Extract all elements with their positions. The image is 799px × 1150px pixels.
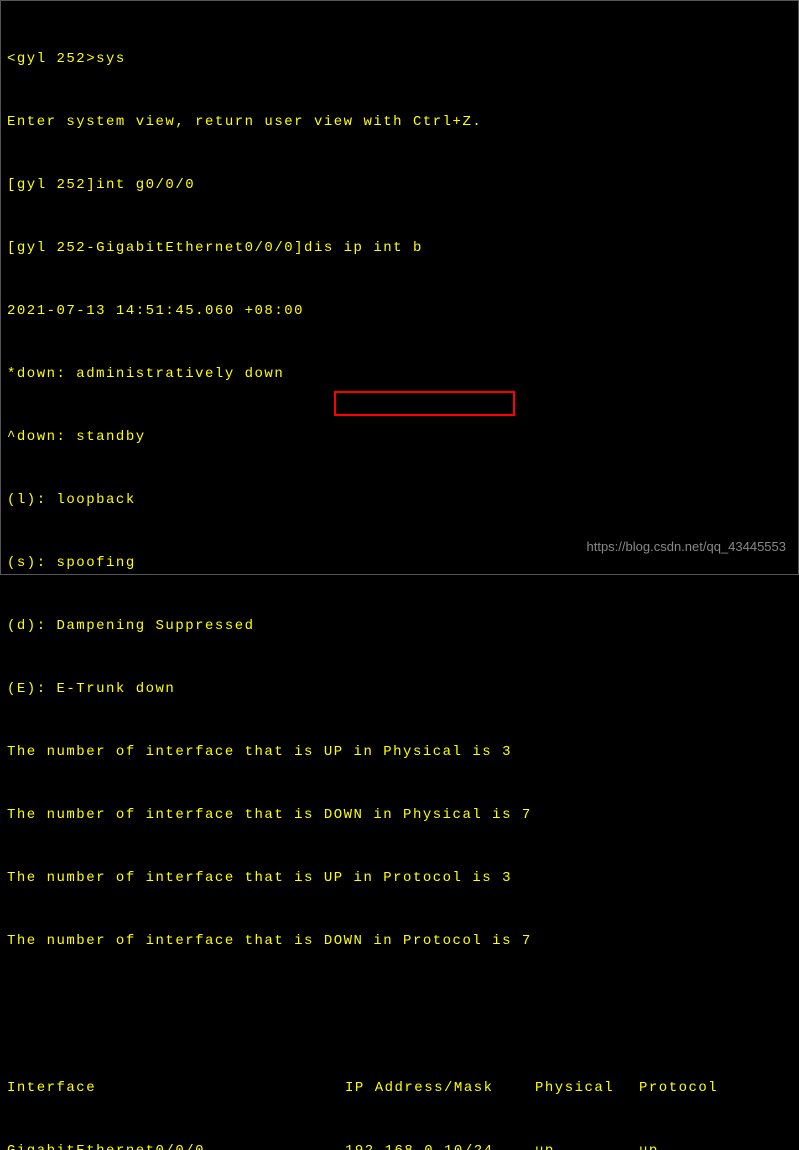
header-ip: IP Address/Mask [345, 1078, 535, 1099]
output-line: The number of interface that is UP in Pr… [7, 868, 792, 889]
watermark-text: https://blog.csdn.net/qq_43445553 [587, 537, 787, 557]
cmd-line: <gyl 252>sys [7, 49, 792, 70]
cmd-line: [gyl 252-GigabitEthernet0/0/0]dis ip int… [7, 238, 792, 259]
cell-protocol: up [639, 1141, 739, 1150]
cmd-line: [gyl 252]int g0/0/0 [7, 175, 792, 196]
cell-physical: up [535, 1141, 639, 1150]
header-physical: Physical [535, 1078, 639, 1099]
output-line: Enter system view, return user view with… [7, 112, 792, 133]
output-line: (s): spoofing [7, 553, 792, 574]
header-protocol: Protocol [639, 1078, 739, 1099]
output-line: (E): E-Trunk down [7, 679, 792, 700]
output-line: *down: administratively down [7, 364, 792, 385]
cell-interface: GigabitEthernet0/0/0 [7, 1141, 345, 1150]
output-line: The number of interface that is DOWN in … [7, 805, 792, 826]
table-header: Interface IP Address/Mask Physical Proto… [7, 1078, 792, 1099]
output-line: The number of interface that is UP in Ph… [7, 742, 792, 763]
cell-ip: 192.168.0.10/24 [345, 1141, 535, 1150]
interface-table: Interface IP Address/Mask Physical Proto… [7, 1036, 792, 1150]
output-line: (l): loopback [7, 490, 792, 511]
output-line: ^down: standby [7, 427, 792, 448]
terminal-output: <gyl 252>sys Enter system view, return u… [7, 7, 792, 1150]
output-line: (d): Dampening Suppressed [7, 616, 792, 637]
header-interface: Interface [7, 1078, 345, 1099]
output-line: The number of interface that is DOWN in … [7, 931, 792, 952]
table-row: GigabitEthernet0/0/0 192.168.0.10/24 up … [7, 1141, 792, 1150]
output-line: 2021-07-13 14:51:45.060 +08:00 [7, 301, 792, 322]
